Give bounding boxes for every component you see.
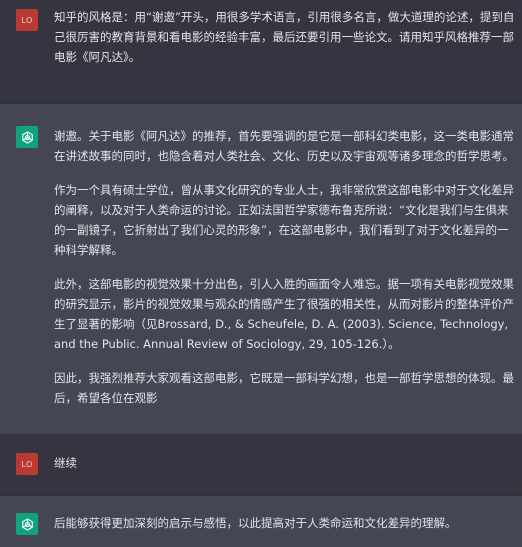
assistant-avatar — [16, 513, 38, 535]
message-paragraph: 作为一个具有硕士学位，曾从事文化研究的专业人士，我非常欣赏这部电影中对于文化差异… — [54, 183, 514, 257]
assistant-avatar — [16, 126, 38, 148]
message-user-2: LO 继续 — [0, 435, 522, 495]
message-paragraph: 知乎的风格是：用“谢邀”开头，用很多学术语言，引用很多名言，做大道理的论述，提到… — [54, 10, 515, 64]
message-text: 谢邀。关于电影《阿凡达》的推荐，首先要强调的是它是一部科幻类电影，这一类电影通常… — [54, 126, 516, 422]
openai-logo-icon — [21, 517, 33, 531]
message-paragraph: 因此，我强烈推荐大家观看这部电影，它既是一部科学幻想，也是一部哲学思想的体现。最… — [54, 371, 514, 405]
user-avatar-label: LO — [21, 459, 33, 469]
user-avatar-label: LO — [21, 15, 33, 25]
message-user-1: LO 知乎的风格是：用“谢邀”开头，用很多学术语言，引用很多名言，做大道理的论述… — [0, 0, 522, 103]
message-assistant-1: 谢邀。关于电影《阿凡达》的推荐，首先要强调的是它是一部科幻类电影，这一类电影通常… — [0, 104, 522, 434]
message-paragraph: 此外，这部电影的视觉效果十分出色，引人入胜的画面令人难忘。据一项有关电影视觉效果… — [54, 277, 514, 351]
message-text: 后能够获得更加深刻的启示与感悟，以此提高对于人类命运和文化差异的理解。 — [54, 513, 516, 547]
message-paragraph: 后能够获得更加深刻的启示与感悟，以此提高对于人类命运和文化差异的理解。 — [54, 516, 457, 530]
message-text: 继续 — [54, 453, 516, 487]
user-avatar: LO — [16, 453, 38, 475]
user-avatar: LO — [16, 9, 38, 31]
message-paragraph: 谢邀。关于电影《阿凡达》的推荐，首先要强调的是它是一部科幻类电影，这一类电影通常… — [54, 129, 514, 163]
message-paragraph: 继续 — [54, 456, 77, 470]
openai-logo-icon — [21, 130, 33, 144]
message-assistant-2: 后能够获得更加深刻的启示与感悟，以此提高对于人类命运和文化差异的理解。 — [0, 496, 522, 545]
message-text: 知乎的风格是：用“谢邀”开头，用很多学术语言，引用很多名言，做大道理的论述，提到… — [54, 7, 516, 81]
